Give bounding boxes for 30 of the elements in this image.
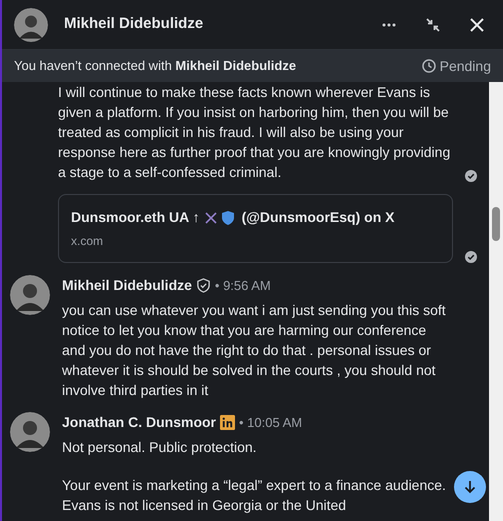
message-text: you can use whatever you want i am just sending you this soft notice to let you know that you are harming our conference and you do not have the right to do that . personal issues or whatever it is should be solved in the courts , you should not involve third parties in it: [62, 301, 447, 400]
sender-name: Jonathan C. Dunsmoor: [62, 413, 216, 432]
linkedin-icon: [220, 415, 236, 430]
message-text: I will continue to make these facts known wherever Evans is given a platform. If you insist on harboring him, then you will be treated as complicit in his fraud. I will also be using your response here as further proof that you are knowingly providing a stage to a self-confessed criminal.: [58, 83, 452, 182]
contact-name: Mikheil Didebulidze: [64, 14, 204, 34]
link-domain: x.com: [71, 233, 104, 250]
close-icon: [470, 18, 484, 32]
link-preview-card[interactable]: Dunsmoor.eth UA ↑ (@DunsmoorEsq) on X x.com: [58, 194, 453, 263]
scroll-to-bottom-button[interactable]: [454, 471, 486, 503]
collapse-arrows-icon: [425, 16, 441, 32]
pending-label: Pending: [440, 56, 491, 76]
link-title: Dunsmoor.eth UA ↑: [71, 208, 200, 227]
message-text: Not personal. Public protection.: [62, 438, 258, 457]
avatar: [14, 8, 48, 42]
connection-notice: You haven’t connected with Mikheil Didebulidze: [14, 57, 296, 76]
verified-shield-icon: [196, 278, 211, 293]
link-title: (@DunsmoorEsq) on X: [242, 208, 394, 227]
scrollbar[interactable]: [489, 82, 503, 521]
clock-icon: [422, 59, 436, 73]
sender-name: Mikheil Didebulidze: [62, 276, 192, 295]
down-arrow-icon: [464, 480, 476, 494]
message-time: • 9:56 AM: [214, 276, 271, 295]
avatar: [10, 275, 50, 315]
avatar: [10, 412, 50, 452]
more-icon: [382, 22, 396, 26]
shield-icon: [222, 210, 234, 224]
message-text: Your event is marketing a “legal” expert to a finance audience. Evans is not licensed in Georgia or the United: [62, 476, 447, 515]
crossed-swords-icon: [204, 210, 218, 224]
message-time: • 10:05 AM: [239, 414, 302, 432]
scrollbar-thumb[interactable]: [492, 207, 500, 241]
